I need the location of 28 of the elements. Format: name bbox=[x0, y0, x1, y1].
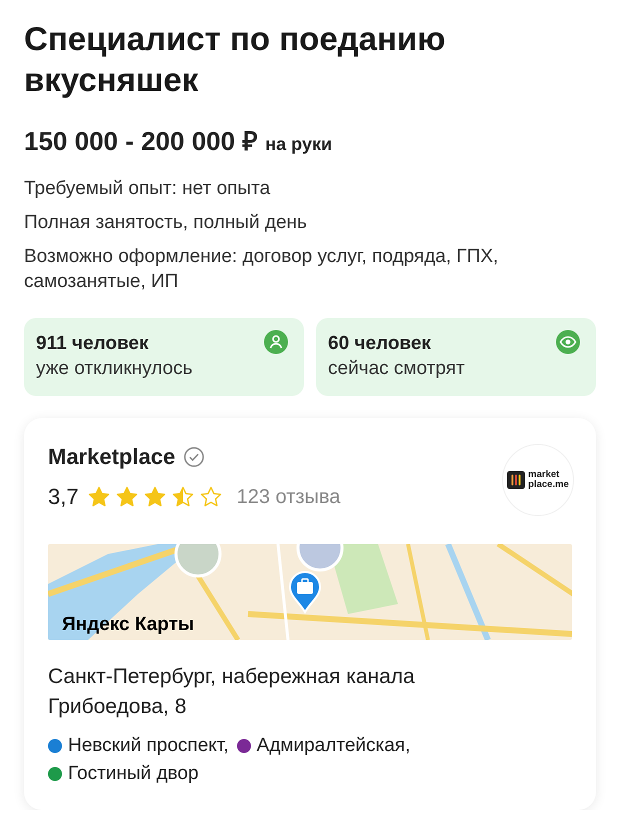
stat-label: сейчас смотрят bbox=[328, 357, 466, 381]
salary: 150 000 - 200 000 ₽ bbox=[24, 125, 258, 158]
eye-icon bbox=[556, 330, 580, 354]
stat-value: 60 человек bbox=[328, 332, 431, 356]
star-icon bbox=[198, 485, 223, 509]
rating-value: 3,7 bbox=[48, 484, 79, 510]
star-icon bbox=[114, 485, 139, 509]
company-logo: market place.me bbox=[502, 444, 574, 516]
stat-value: 911 человек bbox=[36, 332, 148, 356]
vacancy-detail: Возможно оформление: договор услуг, подряда, ГПХ, самозанятые, ИП bbox=[24, 245, 500, 294]
stat-label: уже откликнулось bbox=[36, 357, 194, 381]
reviews-link[interactable]: 123 отзыва bbox=[236, 486, 340, 508]
salary-note: на руки bbox=[265, 134, 332, 155]
metro-station: Невский проспект, bbox=[68, 734, 229, 758]
metro-station: Адмиралтейская, bbox=[256, 734, 410, 758]
star-icon bbox=[170, 485, 195, 509]
company-address: Санкт-Петербург, набережная канала Грибоедова, 8 bbox=[48, 664, 416, 720]
metro-station: Гостиный двор bbox=[68, 762, 199, 786]
star-icon bbox=[86, 485, 111, 509]
vacancy-title: Специалист по поеданию вкусняшек bbox=[24, 19, 446, 100]
map-pin-icon bbox=[288, 570, 322, 614]
star-icon bbox=[142, 485, 167, 509]
map-attribution: Яндекс Карты bbox=[62, 614, 194, 636]
vacancy-detail: Полная занятость, полный день bbox=[24, 211, 308, 235]
cutlery-icon bbox=[507, 471, 526, 489]
person-icon bbox=[264, 330, 288, 354]
vacancy-detail: Требуемый опыт: нет опыта bbox=[24, 177, 272, 201]
company-name[interactable]: Marketplace bbox=[48, 444, 176, 470]
